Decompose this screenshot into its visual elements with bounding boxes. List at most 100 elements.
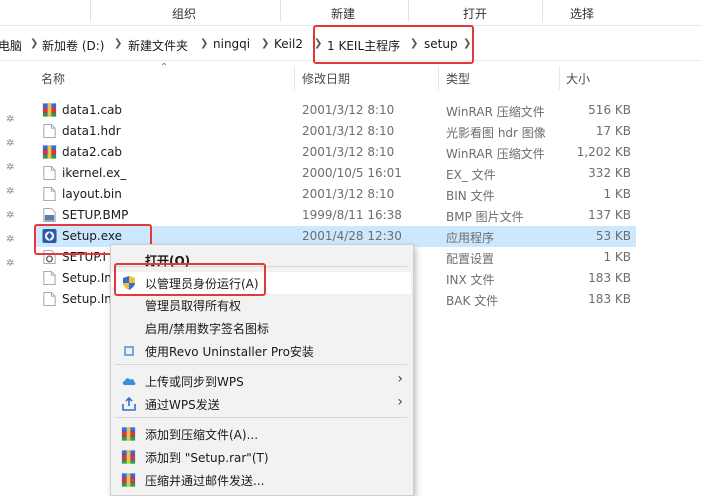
file-size: 183 KB (588, 292, 631, 306)
ribbon-separator (90, 0, 91, 22)
file-size: 137 KB (588, 208, 631, 222)
menu-separator (115, 417, 407, 418)
chevron-right-icon[interactable]: ❯ (200, 38, 208, 49)
file-name: layout.bin (62, 187, 122, 201)
ribbon-group-organize[interactable]: 组织 (172, 5, 196, 22)
file-date: 2001/3/12 8:10 (302, 124, 395, 138)
file-type: BMP 图片文件 (446, 210, 524, 224)
breadcrumb-item-ningqi[interactable]: ningqi (213, 37, 250, 51)
file-date: 1999/8/11 16:38 (302, 208, 402, 222)
ribbon-separator (280, 0, 281, 22)
menu-item[interactable]: 添加到压缩文件(A)... (111, 423, 411, 445)
chevron-right-icon[interactable]: ❯ (261, 38, 269, 49)
menu-separator (115, 364, 407, 365)
breadcrumb-item-pc[interactable]: 电脑 (0, 37, 22, 54)
file-date: 2001/3/12 8:10 (302, 187, 395, 201)
submenu-arrow-icon: › (397, 371, 403, 387)
file-size: 1 KB (603, 250, 631, 264)
file-name: SETUP.BMP (62, 208, 129, 222)
file-type: INX 文件 (446, 273, 495, 287)
table-row[interactable]: SETUP.BMP 1999/8/11 16:38 BMP 图片文件 137 KB (36, 205, 636, 226)
file-name: data2.cab (62, 145, 123, 159)
menu-item-label: 添加到 "Setup.rar"(T) (145, 451, 269, 465)
menu-item-label: 上传或同步到WPS (145, 375, 244, 389)
file-date: 2000/10/5 16:01 (302, 166, 402, 180)
ribbon-group-new[interactable]: 新建 (331, 5, 355, 22)
file-icon (42, 165, 57, 181)
chevron-right-icon[interactable]: ❯ (30, 38, 38, 49)
annotation-box (313, 25, 474, 64)
file-type: 配置设置 (446, 252, 495, 266)
file-size: 332 KB (588, 166, 631, 180)
rar-icon (42, 144, 57, 160)
menu-item-label: 使用Revo Uninstaller Pro安装 (145, 345, 314, 359)
rar-icon (121, 426, 137, 442)
table-row[interactable]: data2.cab 2001/3/12 8:10 WinRAR 压缩文件 1,202 … (36, 142, 636, 163)
file-size: 17 KB (595, 124, 631, 138)
column-separator[interactable] (294, 66, 295, 90)
rar-icon (121, 449, 137, 465)
menu-item[interactable]: 通过WPS发送 › (111, 393, 411, 415)
file-type: BIN 文件 (446, 189, 495, 203)
file-name: data1.cab (62, 103, 123, 117)
ribbon-group-select[interactable]: 选择 (570, 5, 594, 22)
pin-icon: ✲ (6, 114, 15, 125)
menu-item-label: 通过WPS发送 (145, 398, 220, 412)
file-type: EX_ 文件 (446, 168, 496, 182)
revo-icon (121, 343, 137, 359)
file-name: data1.hdr (62, 124, 121, 138)
file-icon (42, 291, 57, 307)
file-size: 183 KB (588, 271, 631, 285)
column-separator[interactable] (559, 66, 560, 90)
column-header-name[interactable]: 名称 (41, 70, 65, 87)
table-row[interactable]: data1.cab 2001/3/12 8:10 WinRAR 压缩文件 516 KB (36, 100, 636, 121)
file-type: WinRAR 压缩文件 (446, 147, 545, 161)
file-date: 2001/3/12 8:10 (302, 145, 395, 159)
menu-item[interactable]: 压缩并通过邮件发送... (111, 469, 411, 491)
rar-icon (42, 102, 57, 118)
breadcrumb-item-drive[interactable]: 新加卷 (D:) (42, 37, 104, 54)
share-icon (121, 396, 137, 412)
menu-item-label: 管理员取得所有权 (145, 299, 242, 313)
column-header-date[interactable]: 修改日期 (302, 70, 350, 87)
pin-icon: ✲ (6, 234, 15, 245)
pin-icon: ✲ (6, 210, 15, 221)
pin-icon: ✲ (6, 138, 15, 149)
chevron-right-icon[interactable]: ❯ (114, 38, 122, 49)
table-row[interactable]: layout.bin 2001/3/12 8:10 BIN 文件 1 KB (36, 184, 636, 205)
menu-item[interactable]: 启用/禁用数字签名图标 (111, 317, 411, 339)
ribbon-group-open[interactable]: 打开 (463, 5, 487, 22)
table-row[interactable]: ikernel.ex_ 2000/10/5 16:01 EX_ 文件 332 KB (36, 163, 636, 184)
file-size: 53 KB (595, 229, 631, 243)
file-date: 2001/3/12 8:10 (302, 103, 395, 117)
bmp-icon (42, 207, 57, 223)
file-type: 光影看图 hdr 图像 (446, 126, 546, 140)
ribbon-separator (408, 0, 409, 22)
file-size: 1 KB (603, 187, 631, 201)
breadcrumb-item-keil2[interactable]: Keil2 (274, 37, 303, 51)
file-type: WinRAR 压缩文件 (446, 105, 545, 119)
file-name: ikernel.ex_ (62, 166, 127, 180)
breadcrumb-item-folder[interactable]: 新建文件夹 (128, 37, 188, 54)
file-name: Setup.In (62, 292, 112, 306)
pin-icon: ✲ (6, 258, 15, 269)
pin-icon: ✲ (6, 162, 15, 173)
column-separator[interactable] (438, 66, 439, 90)
menu-item[interactable]: 管理员取得所有权 (111, 294, 411, 316)
table-row[interactable]: data1.hdr 2001/3/12 8:10 光影看图 hdr 图像 17 KB (36, 121, 636, 142)
ribbon: 组织 新建 打开 选择 (0, 0, 701, 26)
sort-up-icon: ⌃ (160, 62, 169, 73)
menu-item-label: 启用/禁用数字签名图标 (145, 322, 270, 336)
ribbon-separator (542, 0, 543, 22)
menu-item[interactable]: 上传或同步到WPS › (111, 370, 411, 392)
menu-item[interactable]: 使用Revo Uninstaller Pro安装 (111, 340, 411, 362)
column-header-type[interactable]: 类型 (446, 70, 470, 87)
file-name: Setup.In (62, 271, 112, 285)
file-type: BAK 文件 (446, 294, 499, 308)
menu-item[interactable]: 添加到 "Setup.rar"(T) (111, 446, 411, 468)
file-icon (42, 270, 57, 286)
submenu-arrow-icon: › (397, 394, 403, 410)
annotation-box (114, 263, 266, 296)
column-header-size[interactable]: 大小 (566, 70, 590, 87)
pin-icon: ✲ (6, 186, 15, 197)
